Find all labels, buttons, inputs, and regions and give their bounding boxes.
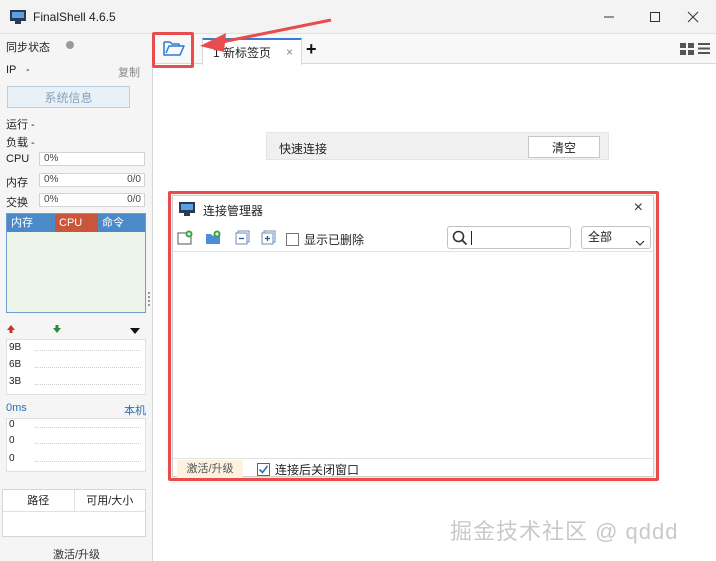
graph-gridline: [35, 427, 141, 428]
tab-close-icon[interactable]: ×: [286, 45, 293, 59]
ping-scale-label: 0: [9, 435, 15, 446]
minimize-button[interactable]: [586, 0, 632, 34]
ping-graph: 0 0 0: [6, 418, 146, 472]
cpu-label: CPU: [6, 153, 30, 165]
quick-connect-label: 快速连接: [279, 142, 328, 156]
tab-bar: 1 新标签页 × +: [154, 34, 716, 65]
network-traffic-graph: 9B 6B 3B: [6, 339, 146, 395]
process-table-header: 内存 CPU 命令: [7, 214, 145, 232]
menu-icon[interactable]: [698, 42, 710, 58]
disk-table[interactable]: 路径 可用/大小: [2, 489, 146, 537]
watermark-text: 掘金技术社区 @ qddd: [450, 519, 679, 544]
ping-latency: 0ms: [6, 402, 27, 414]
swap-label: 交换: [6, 197, 28, 209]
graph-gridline: [35, 367, 141, 368]
window-title: FinalShell 4.6.5: [33, 10, 116, 24]
run-status: 运行 -: [6, 119, 35, 131]
system-info-button[interactable]: 系统信息: [7, 86, 130, 108]
clear-button[interactable]: 清空: [528, 136, 600, 158]
sidebar: 同步状态 IP - 复制 系统信息 运行 - 负载 - CPU 0% 内存 0%…: [0, 34, 153, 561]
graph-gridline: [35, 350, 141, 351]
net-scale-label: 9B: [9, 342, 22, 353]
ping-scale-label: 0: [9, 419, 15, 430]
ip-label: IP: [6, 64, 17, 76]
upload-arrow-icon: [6, 323, 16, 337]
ping-scale-label: 0: [9, 453, 15, 464]
graph-gridline: [35, 461, 141, 462]
add-tab-button[interactable]: +: [306, 39, 317, 60]
net-scale-label: 6B: [9, 359, 22, 370]
annotation-highlight-box: [152, 32, 194, 68]
grid-layout-icon[interactable]: [680, 43, 694, 58]
process-col-command[interactable]: 命令: [98, 214, 145, 232]
disk-col-path[interactable]: 路径: [3, 490, 75, 511]
sidebar-splitter-handle[interactable]: [148, 292, 151, 306]
net-scale-label: 3B: [9, 376, 22, 387]
ip-value: -: [26, 64, 30, 76]
process-col-memory[interactable]: 内存: [7, 214, 55, 232]
memory-label: 内存: [6, 177, 28, 189]
tab-new-tab[interactable]: 1 新标签页 ×: [202, 38, 302, 65]
graph-gridline: [35, 443, 141, 444]
ping-header: 0ms 本机: [6, 402, 146, 417]
disk-table-header: 路径 可用/大小: [3, 490, 145, 512]
close-button[interactable]: [670, 0, 716, 34]
copy-ip-button[interactable]: 复制: [118, 64, 140, 80]
sidebar-activate-link[interactable]: 激活/升级: [0, 546, 153, 561]
memory-usage-ratio: 0/0: [127, 174, 141, 185]
tab-label: 1 新标签页: [213, 46, 272, 60]
app-logo-icon: [10, 10, 26, 24]
title-bar: FinalShell 4.6.5: [0, 0, 716, 34]
swap-usage-value: 0%: [44, 194, 59, 205]
graph-gridline: [35, 384, 141, 385]
cpu-usage-bar: 0%: [39, 152, 145, 166]
sync-status-indicator: [66, 41, 74, 49]
sync-status-label: 同步状态: [6, 42, 50, 54]
annotation-highlight-box: [168, 191, 659, 481]
memory-usage-bar: 0% 0/0: [39, 173, 145, 187]
swap-usage-bar: 0% 0/0: [39, 193, 145, 207]
process-col-cpu[interactable]: CPU: [55, 214, 98, 232]
quick-connect-bar: 快速连接 清空: [266, 132, 609, 160]
download-arrow-icon: [52, 323, 62, 337]
disk-col-size[interactable]: 可用/大小: [75, 490, 146, 511]
process-table[interactable]: 内存 CPU 命令: [6, 213, 146, 313]
load-status: 负载 -: [6, 137, 35, 149]
network-direction-row: [6, 321, 146, 337]
ping-target[interactable]: 本机: [124, 402, 146, 418]
network-interface-dropdown-icon[interactable]: [130, 324, 140, 338]
swap-usage-ratio: 0/0: [127, 194, 141, 205]
cpu-usage-value: 0%: [44, 153, 59, 164]
memory-usage-value: 0%: [44, 174, 59, 185]
